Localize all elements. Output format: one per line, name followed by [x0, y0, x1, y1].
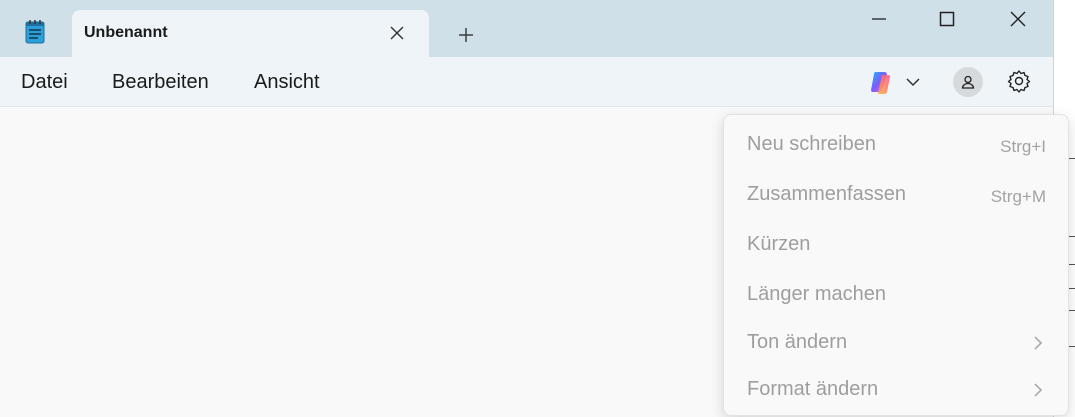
window-close-icon[interactable]: [995, 4, 1041, 34]
title-bar: Unbenannt: [0, 0, 1053, 57]
shortcut-label: Strg+M: [990, 187, 1046, 206]
menu-item-label: Zusammenfassen: [747, 183, 906, 205]
menu-item-label: Format ändern: [747, 378, 879, 400]
maximize-icon[interactable]: [924, 4, 970, 34]
close-icon[interactable]: [386, 22, 408, 44]
notepad-icon: [24, 19, 46, 45]
menu-item-label: Länger machen: [747, 283, 886, 305]
shortcut-label: Strg+I: [1000, 137, 1046, 156]
menu-item-neu-schreiben[interactable]: Neu schreiben Strg+I: [724, 125, 1068, 165]
tab-unbenannt[interactable]: Unbenannt: [72, 10, 429, 57]
menu-item-label: Kürzen: [747, 233, 811, 255]
menu-item-format-aendern[interactable]: Format ändern: [724, 370, 1068, 410]
menu-item-label: Neu schreiben: [747, 133, 876, 155]
chevron-right-icon: [1032, 335, 1044, 351]
menu-bearbeiten[interactable]: Bearbeiten: [112, 71, 209, 94]
copilot-dropdown-menu: Neu schreiben Strg+I Zusammenfassen Strg…: [723, 114, 1069, 416]
account-icon[interactable]: [953, 67, 983, 97]
copilot-icon[interactable]: [868, 69, 894, 95]
menu-datei[interactable]: Datei: [21, 71, 68, 94]
menu-ansicht[interactable]: Ansicht: [254, 71, 320, 94]
menu-item-laenger-machen[interactable]: Länger machen: [724, 275, 1068, 315]
menu-item-zusammenfassen[interactable]: Zusammenfassen Strg+M: [724, 175, 1068, 215]
plus-icon[interactable]: [452, 22, 480, 48]
gear-icon[interactable]: [1006, 68, 1032, 94]
menu-item-kuerzen[interactable]: Kürzen: [724, 225, 1068, 265]
tab-title: Unbenannt: [84, 24, 168, 41]
menu-item-label: Ton ändern: [747, 331, 848, 353]
chevron-right-icon: [1032, 382, 1044, 398]
minimize-icon[interactable]: [856, 4, 902, 34]
chevron-down-icon[interactable]: [905, 74, 921, 90]
menu-bar: Datei Bearbeiten Ansicht: [0, 57, 1053, 107]
menu-item-ton-aendern[interactable]: Ton ändern: [724, 323, 1068, 363]
